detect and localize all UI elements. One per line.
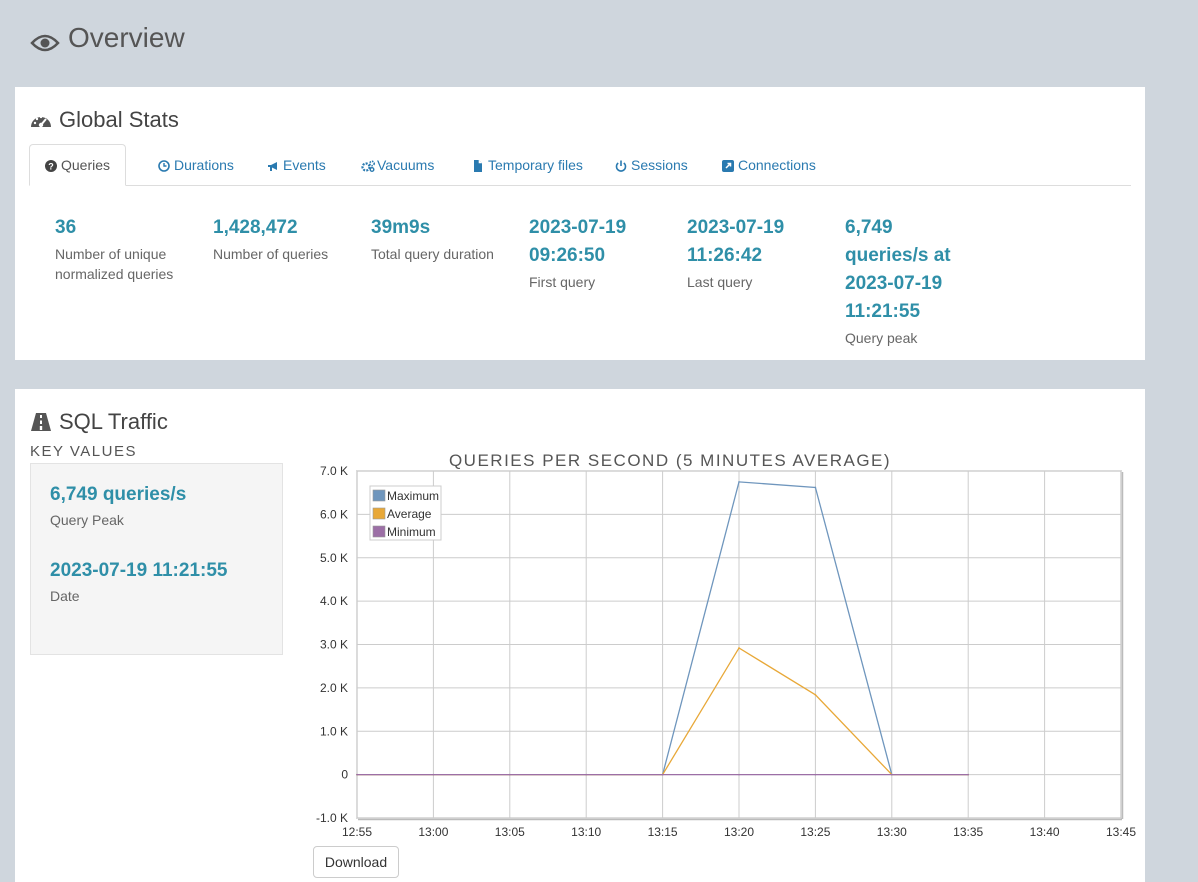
question-circle-icon: ? (45, 159, 57, 172)
download-button[interactable]: Download (313, 846, 399, 878)
legend-label[interactable]: Maximum (387, 489, 439, 503)
x-tick-label: 13:45 (1106, 825, 1136, 839)
y-tick-label: 1.0 K (320, 724, 348, 738)
global-stats-title: Global Stats (59, 107, 179, 132)
data-point (967, 773, 969, 776)
y-tick-label: 3.0 K (320, 638, 348, 652)
data-point (356, 773, 358, 776)
page-title-text: Overview (68, 22, 185, 53)
stat-label: Query peak (845, 330, 918, 346)
x-tick-label: 13:30 (877, 825, 907, 839)
stat-label: First query (529, 274, 596, 290)
eye-icon (30, 28, 60, 52)
data-point (738, 773, 740, 776)
tab-sessions[interactable]: Sessions (600, 144, 703, 185)
data-point (432, 773, 435, 776)
bullhorn-icon (267, 159, 279, 171)
stat-value: 6,749 queries/s at 2023-07-19 11:21:55 (845, 217, 951, 322)
tab-queries[interactable]: ? Queries (29, 144, 127, 186)
tab-vacuums[interactable]: Vacuums (346, 144, 449, 185)
tab-durations[interactable]: Durations (143, 144, 249, 185)
stat-label: Total query duration (371, 246, 494, 262)
legend-swatch (372, 525, 386, 538)
stat-query-peak: 6,749 queries/s at 2023-07-19 11:21:55 Q… (845, 214, 965, 348)
legend-swatch (372, 507, 386, 520)
x-tick-label: 13:05 (495, 825, 525, 839)
x-tick-label: 12:55 (342, 825, 372, 839)
y-tick-label: 7.0 K (320, 464, 348, 478)
data-point (814, 773, 817, 776)
stats-tabs: ? Queries Durations Events Vacuums Tempo… (29, 144, 1131, 186)
tab-events[interactable]: Events (252, 144, 341, 185)
chart-grid (356, 470, 1124, 821)
data-point (891, 773, 893, 776)
stat-last-query: 2023-07-19 11:26:42 Last query (687, 214, 802, 292)
x-tick-label: 13:25 (800, 825, 830, 839)
stat-value: 2023-07-19 11:26:42 (687, 217, 785, 266)
data-point (738, 481, 740, 483)
tab-temporary-files[interactable]: Temporary files (457, 144, 598, 185)
tab-connections[interactable]: Connections (707, 144, 831, 185)
y-tick-label: 0 (341, 768, 348, 782)
data-point (814, 694, 817, 696)
chart-legend[interactable]: Maximum Average Minimum (369, 485, 442, 541)
stat-value: 36 (55, 217, 77, 238)
cogs-icon (361, 159, 376, 172)
x-tick-label: 13:15 (648, 825, 678, 839)
x-tick-label: 13:35 (953, 825, 983, 839)
stat-total-duration: 39m9s Total query duration (371, 214, 521, 264)
sql-traffic-panel: SQL Traffic KEY VALUES 6,749 queries/s Q… (15, 389, 1145, 882)
svg-text:?: ? (48, 162, 54, 172)
global-stats-panel: Global Stats ? Queries Durations Events … (15, 87, 1145, 360)
tab-vacuums-label: Vacuums (377, 156, 435, 173)
data-point (509, 773, 511, 776)
tab-events-label: Events (283, 156, 326, 173)
x-tick-label: 13:10 (571, 825, 601, 839)
data-point (585, 773, 587, 776)
tab-temporary-files-label: Temporary files (488, 156, 583, 173)
external-link-icon (722, 159, 734, 172)
y-tick-label: 2.0 K (320, 681, 348, 695)
data-point (738, 647, 740, 649)
y-tick-label: 4.0 K (320, 594, 348, 608)
stat-label: Number of unique normalized queries (55, 246, 174, 282)
x-tick-label: 13:00 (418, 825, 448, 839)
file-icon (472, 159, 484, 172)
dashboard-icon (30, 110, 52, 130)
stat-label: Number of queries (213, 246, 329, 262)
tab-queries-label: Queries (61, 157, 111, 173)
stat-label: Last query (687, 274, 753, 290)
page-title: Overview (30, 22, 185, 54)
data-point (661, 773, 664, 776)
y-tick-label: -1.0 K (316, 811, 348, 825)
clock-icon (158, 159, 170, 172)
stat-number-of-queries: 1,428,472 Number of queries (213, 214, 363, 264)
legend-swatch (372, 489, 386, 502)
legend-label[interactable]: Average (387, 507, 432, 521)
stat-value: 1,428,472 (213, 217, 298, 238)
tab-connections-label: Connections (738, 156, 816, 173)
stat-unique-queries: 36 Number of unique normalized queries (55, 214, 205, 284)
stat-first-query: 2023-07-19 09:26:50 First query (529, 214, 644, 292)
global-stats-header: Global Stats (30, 107, 179, 133)
stat-value: 39m9s (371, 217, 431, 238)
queries-per-second-chart: QUERIES PER SECOND (5 MINUTES AVERAGE) -… (316, 451, 1136, 839)
tab-durations-label: Durations (174, 156, 234, 173)
x-tick-label: 13:20 (724, 825, 754, 839)
tab-sessions-label: Sessions (631, 156, 688, 173)
stat-value: 2023-07-19 09:26:50 (529, 217, 627, 266)
chart-title: QUERIES PER SECOND (5 MINUTES AVERAGE) (449, 451, 891, 470)
legend-label[interactable]: Minimum (387, 525, 436, 539)
power-icon (615, 159, 627, 172)
data-point (814, 486, 817, 489)
x-tick-label: 13:40 (1030, 825, 1060, 839)
y-tick-label: 5.0 K (320, 551, 348, 565)
y-tick-label: 6.0 K (320, 507, 348, 521)
